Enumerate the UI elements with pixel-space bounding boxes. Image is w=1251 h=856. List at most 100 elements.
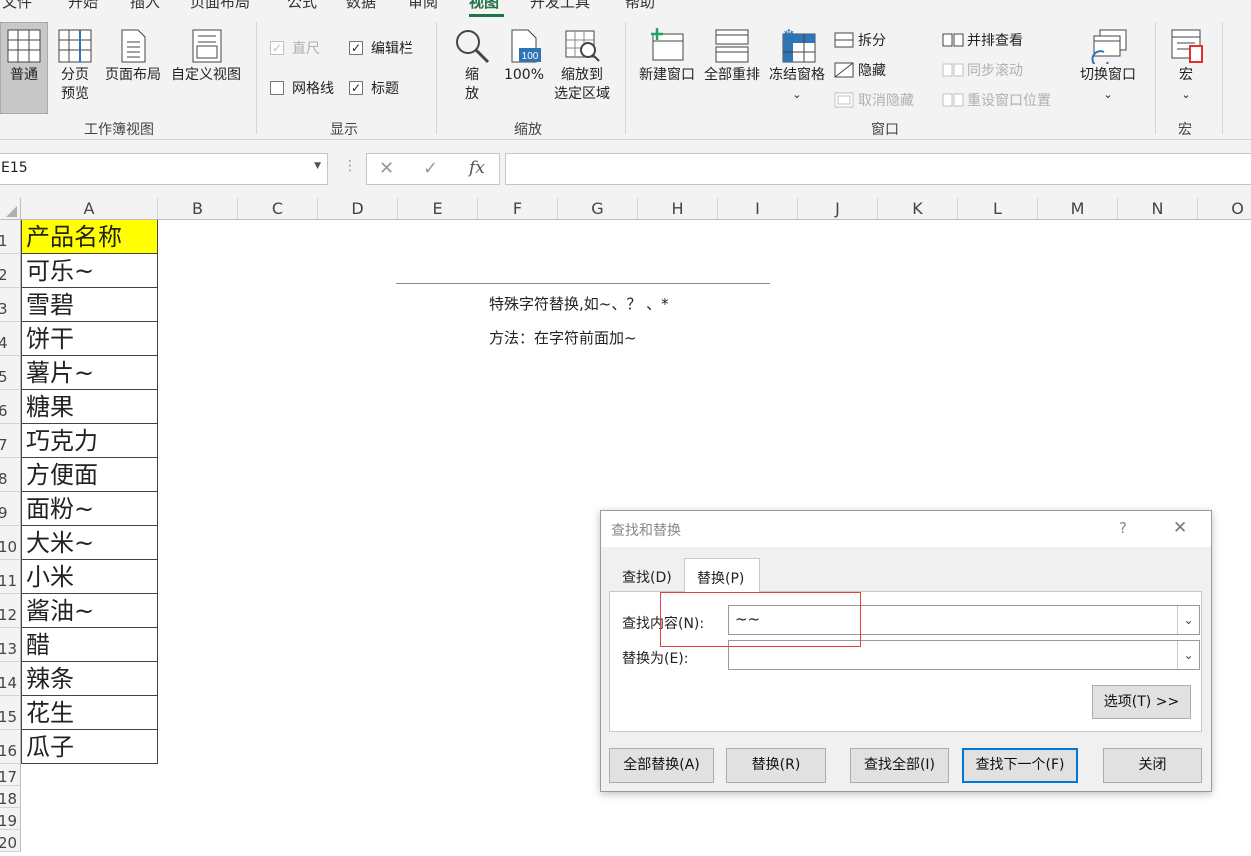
column-header-g[interactable]: G — [558, 198, 638, 220]
enter-icon[interactable]: ✓ — [423, 158, 438, 179]
tab-formulas[interactable]: 公式 — [287, 0, 317, 12]
row-header-3[interactable]: 3 — [0, 288, 21, 322]
replace-with-dropdown-icon[interactable]: ⌄ — [1177, 641, 1199, 669]
ruler-checkbox[interactable]: ✓ 直尺 — [270, 38, 320, 58]
select-all-corner[interactable] — [0, 198, 21, 220]
unhide-button[interactable]: 取消隐藏 — [834, 90, 914, 110]
tab-help[interactable]: 帮助 — [625, 0, 655, 12]
gridlines-checkbox[interactable]: 网格线 — [270, 78, 334, 98]
product-cell[interactable]: 酱油~ — [21, 594, 158, 628]
tab-file[interactable]: 文件 — [2, 0, 32, 12]
product-cell[interactable]: 花生 — [21, 696, 158, 730]
arrange-all-button[interactable]: 全部重排 — [700, 28, 764, 85]
zoom-to-selection-button[interactable]: 缩放到 选定区域 — [550, 28, 614, 104]
custom-views-button[interactable]: 自定义视图 — [166, 28, 246, 85]
column-header-o[interactable]: O — [1198, 198, 1251, 220]
tab-replace[interactable]: 替换(P) — [684, 558, 760, 592]
tab-page-layout[interactable]: 页面布局 — [190, 0, 250, 12]
find-all-button[interactable]: 查找全部(I) — [850, 748, 949, 783]
view-side-by-side-button[interactable]: 并排查看 — [942, 30, 1023, 50]
help-icon[interactable]: ? — [1119, 519, 1127, 537]
row-header-4[interactable]: 4 — [0, 322, 21, 356]
page-break-preview-button[interactable]: 分页 预览 — [52, 28, 98, 104]
find-what-dropdown-icon[interactable]: ⌄ — [1177, 606, 1199, 634]
tab-review[interactable]: 审阅 — [408, 0, 438, 12]
tab-insert[interactable]: 插入 — [130, 0, 160, 12]
formula-input[interactable] — [505, 153, 1251, 185]
headings-checkbox[interactable]: ✓ 标题 — [349, 78, 399, 98]
column-header-m[interactable]: M — [1038, 198, 1118, 220]
name-box[interactable]: E15 ▼ — [0, 153, 328, 185]
column-header-a[interactable]: A — [21, 198, 158, 220]
product-cell[interactable]: 面粉~ — [21, 492, 158, 526]
product-cell[interactable]: 大米~ — [21, 526, 158, 560]
insert-function-icon[interactable]: fx — [469, 158, 485, 178]
replace-button[interactable]: 替换(R) — [726, 748, 826, 783]
options-button[interactable]: 选项(T) >> — [1092, 685, 1191, 719]
product-cell[interactable]: 薯片~ — [21, 356, 158, 390]
product-cell[interactable]: 小米 — [21, 560, 158, 594]
row-header-9[interactable]: 9 — [0, 492, 21, 526]
column-header-b[interactable]: B — [158, 198, 238, 220]
split-button[interactable]: 拆分 — [834, 30, 886, 50]
replace-all-button[interactable]: 全部替换(A) — [609, 748, 714, 783]
product-cell[interactable]: 瓜子 — [21, 730, 158, 764]
normal-view-button[interactable]: 普通 — [0, 28, 48, 85]
tab-find[interactable]: 查找(D) — [613, 561, 683, 591]
row-header-17[interactable]: 17 — [0, 764, 21, 786]
row-header-1[interactable]: 1 — [0, 220, 21, 254]
zoom-button[interactable]: 缩 放 — [450, 28, 494, 104]
tab-view[interactable]: 视图 — [469, 0, 499, 12]
row-header-5[interactable]: 5 — [0, 356, 21, 390]
hide-button[interactable]: 隐藏 — [834, 60, 886, 80]
row-header-15[interactable]: 15 — [0, 696, 21, 730]
macros-button[interactable]: 宏 ⌄ — [1162, 28, 1210, 104]
product-cell[interactable]: 巧克力 — [21, 424, 158, 458]
close-icon[interactable]: ✕ — [1173, 518, 1187, 538]
product-cell[interactable]: 方便面 — [21, 458, 158, 492]
freeze-panes-button[interactable]: ❄ 冻结窗格 ⌄ — [766, 28, 828, 104]
column-header-i[interactable]: I — [718, 198, 798, 220]
synchronous-scrolling-button[interactable]: 同步滚动 — [942, 60, 1023, 80]
row-header-16[interactable]: 16 — [0, 730, 21, 764]
row-header-18[interactable]: 18 — [0, 786, 21, 808]
column-header-f[interactable]: F — [478, 198, 558, 220]
column-header-j[interactable]: J — [798, 198, 878, 220]
tab-data[interactable]: 数据 — [346, 0, 376, 12]
find-next-button[interactable]: 查找下一个(F) — [962, 748, 1078, 783]
product-cell[interactable]: 糖果 — [21, 390, 158, 424]
row-header-7[interactable]: 7 — [0, 424, 21, 458]
row-header-20[interactable]: 20 — [0, 830, 21, 852]
row-header-19[interactable]: 19 — [0, 808, 21, 830]
row-header-6[interactable]: 6 — [0, 390, 21, 424]
row-header-13[interactable]: 13 — [0, 628, 21, 662]
product-cell[interactable]: 辣条 — [21, 662, 158, 696]
row-header-11[interactable]: 11 — [0, 560, 21, 594]
column-header-d[interactable]: D — [318, 198, 398, 220]
page-layout-view-button[interactable]: 页面布局 — [102, 28, 164, 85]
product-cell[interactable]: 可乐~ — [21, 254, 158, 288]
product-cell[interactable]: 醋 — [21, 628, 158, 662]
name-box-dropdown-icon[interactable]: ▼ — [314, 161, 321, 171]
row-header-8[interactable]: 8 — [0, 458, 21, 492]
cancel-icon[interactable]: ✕ — [379, 158, 394, 179]
reset-window-position-button[interactable]: 重设窗口位置 — [942, 90, 1051, 110]
zoom-100-button[interactable]: 100 100% — [500, 28, 548, 85]
column-header-h[interactable]: H — [638, 198, 718, 220]
row-header-10[interactable]: 10 — [0, 526, 21, 560]
header-cell[interactable]: 产品名称 — [21, 220, 158, 254]
column-header-k[interactable]: K — [878, 198, 958, 220]
column-header-l[interactable]: L — [958, 198, 1038, 220]
product-cell[interactable]: 雪碧 — [21, 288, 158, 322]
column-header-e[interactable]: E — [398, 198, 478, 220]
row-header-12[interactable]: 12 — [0, 594, 21, 628]
column-header-n[interactable]: N — [1118, 198, 1198, 220]
new-window-button[interactable]: 新建窗口 — [636, 28, 698, 85]
switch-windows-button[interactable]: 切换窗口 ⌄ — [1076, 28, 1140, 104]
row-header-2[interactable]: 2 — [0, 254, 21, 288]
column-header-c[interactable]: C — [238, 198, 318, 220]
product-cell[interactable]: 饼干 — [21, 322, 158, 356]
tab-home[interactable]: 开始 — [68, 0, 98, 12]
formula-bar-checkbox[interactable]: ✓ 编辑栏 — [349, 38, 413, 58]
row-header-14[interactable]: 14 — [0, 662, 21, 696]
